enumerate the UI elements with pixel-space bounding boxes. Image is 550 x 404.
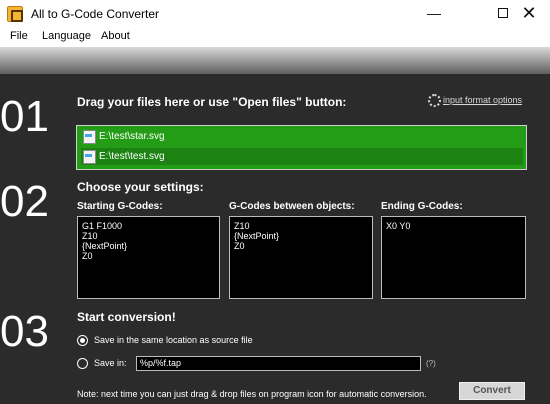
header-gradient-band [0, 47, 550, 74]
starting-gcodes-label: Starting G-Codes: [77, 201, 163, 212]
ending-gcodes-textarea[interactable]: X0 Y0 [381, 216, 526, 299]
ending-gcodes-label: Ending G-Codes: [381, 201, 463, 212]
window-title: All to G-Code Converter [31, 7, 160, 21]
input-format-options-link[interactable]: input format options [443, 95, 522, 105]
gear-icon[interactable] [428, 94, 441, 107]
menu-bar: File Language About [0, 27, 550, 47]
convert-button[interactable]: Convert [459, 382, 525, 400]
step-two-title: Choose your settings: [77, 180, 204, 194]
same-location-label[interactable]: Save in the same location as source file [94, 335, 253, 345]
help-icon[interactable]: (?) [426, 359, 436, 368]
same-location-radio[interactable] [77, 335, 88, 346]
save-in-path-input[interactable]: %p/%f.tap [136, 356, 421, 371]
minimize-icon[interactable]: — [411, 0, 457, 27]
close-icon[interactable]: ✕ [506, 0, 550, 27]
step-number-02: 02 [0, 177, 49, 226]
conversion-note: Note: next time you can just drag & drop… [77, 389, 427, 399]
window-titlebar: All to G-Code Converter — ✕ [0, 0, 550, 27]
file-item[interactable]: E:\test\test.svg [81, 148, 523, 165]
starting-gcodes-textarea[interactable]: G1 F1000 Z10 {NextPoint} Z0 [77, 216, 220, 299]
app-icon [7, 6, 23, 22]
step-one-title: Drag your files here or use "Open files"… [77, 95, 347, 109]
step-number-03: 03 [0, 307, 49, 356]
between-gcodes-textarea[interactable]: Z10 {NextPoint} Z0 [229, 216, 373, 299]
between-gcodes-label: G-Codes between objects: [229, 201, 355, 212]
menu-language[interactable]: Language [42, 30, 91, 42]
file-item[interactable]: E:\test\star.svg [81, 128, 165, 145]
file-list[interactable]: E:\test\star.svg E:\test\test.svg [76, 125, 527, 170]
step-three-title: Start conversion! [77, 310, 176, 324]
step-number-01: 01 [0, 92, 49, 141]
menu-file[interactable]: File [10, 30, 28, 42]
save-in-radio[interactable] [77, 358, 88, 369]
menu-about[interactable]: About [101, 30, 130, 42]
save-in-label[interactable]: Save in: [94, 358, 127, 368]
